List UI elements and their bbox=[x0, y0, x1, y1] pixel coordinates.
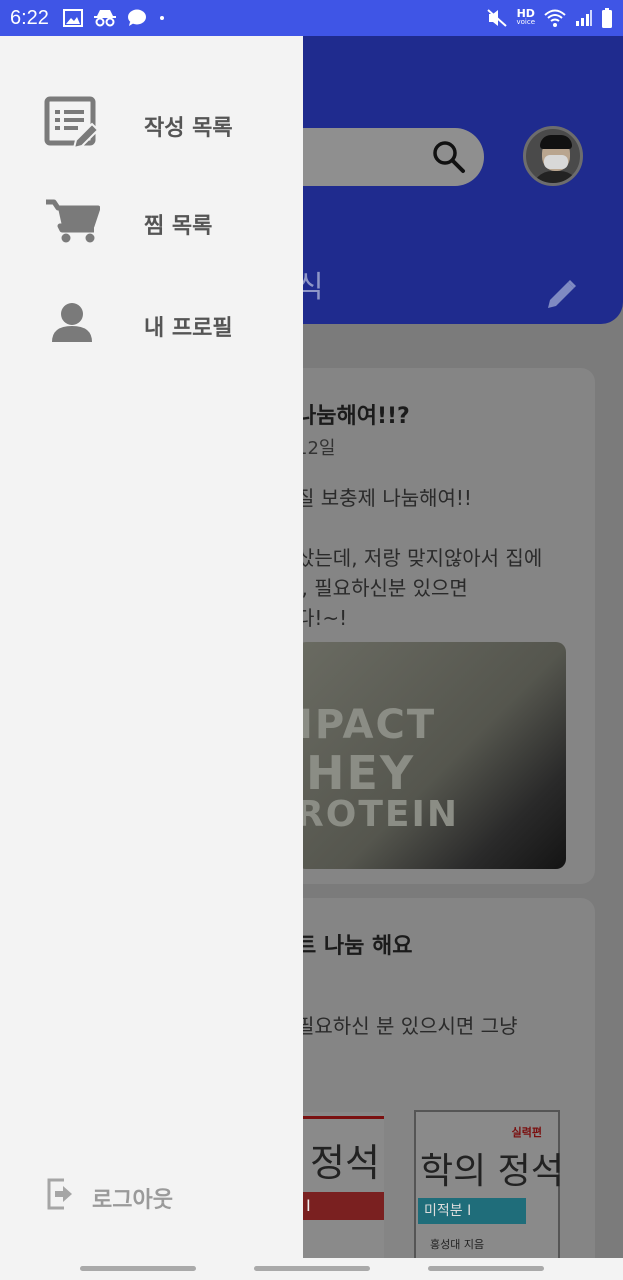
drawer-item-wish-list[interactable]: 찜 목록 bbox=[0, 190, 303, 260]
avatar bbox=[523, 126, 583, 186]
wifi-icon bbox=[544, 9, 566, 27]
image-icon bbox=[62, 9, 83, 27]
photo-text: HEY bbox=[306, 746, 416, 800]
book-image: 실력편 학의 정석 미적분 I 홍성대 지음 bbox=[414, 1110, 564, 1258]
navigation-drawer: 작성 목록 찜 목록 내 프로필 로그아웃 bbox=[0, 36, 303, 1258]
dot-icon bbox=[159, 16, 164, 20]
chat-bubble-icon bbox=[127, 9, 146, 26]
drawer-item-my-profile[interactable]: 내 프로필 bbox=[0, 292, 303, 362]
drawer-item-written-list[interactable]: 작성 목록 bbox=[0, 92, 303, 162]
signal-icon bbox=[576, 10, 592, 26]
photo-text: IPACT bbox=[298, 702, 437, 748]
post-body: 다!~! bbox=[296, 606, 348, 630]
written-list-icon bbox=[44, 96, 100, 150]
drawer-item-label: 내 프로필 bbox=[144, 316, 233, 341]
cart-icon bbox=[46, 199, 100, 243]
status-bar: 6:22 HD voice bbox=[0, 0, 623, 36]
post-title: 나눔해여!!? bbox=[296, 404, 410, 429]
pencil-icon bbox=[548, 280, 576, 308]
logout-icon bbox=[47, 1178, 72, 1210]
post-photo: IPACT HEY ROTEIN bbox=[296, 642, 566, 869]
nav-home[interactable] bbox=[254, 1266, 370, 1271]
nav-recent-apps[interactable] bbox=[80, 1266, 196, 1271]
post-title: 트 나눔 해요 bbox=[296, 934, 413, 959]
search-icon bbox=[433, 141, 465, 173]
logout-button[interactable]: 로그아웃 bbox=[46, 1174, 246, 1218]
post-body: 질 보충제 나눔해여!! bbox=[296, 486, 472, 510]
mute-icon bbox=[487, 9, 508, 27]
post-body: l, 필요하신분 있으면 bbox=[296, 576, 468, 600]
drawer-item-label: 작성 목록 bbox=[144, 116, 233, 141]
incognito-icon bbox=[93, 10, 116, 27]
person-icon bbox=[52, 303, 92, 342]
system-nav-bar bbox=[0, 1258, 623, 1280]
status-time: 6:22 bbox=[10, 6, 49, 29]
post-body: 필요하신 분 있으시면 그냥 bbox=[296, 1014, 518, 1038]
book-image: 정석 I bbox=[298, 1112, 384, 1258]
photo-text: ROTEIN bbox=[296, 794, 459, 835]
nav-back[interactable] bbox=[428, 1266, 544, 1271]
drawer-item-label: 찜 목록 bbox=[144, 214, 213, 239]
logout-label: 로그아웃 bbox=[92, 1188, 173, 1213]
battery-icon bbox=[602, 8, 612, 28]
hd-voice-icon: HD voice bbox=[516, 7, 535, 26]
post-body: 샀는데, 저랑 맞지않아서 집에 bbox=[296, 546, 543, 570]
